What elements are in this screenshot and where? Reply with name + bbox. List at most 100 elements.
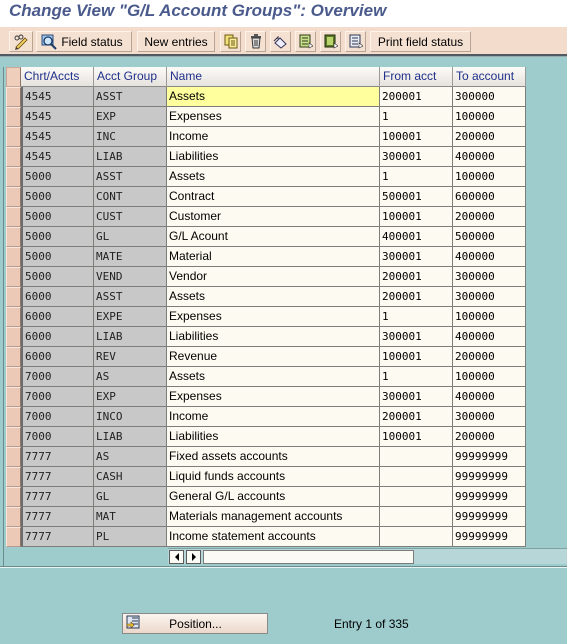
horizontal-scrollbar[interactable]	[168, 548, 567, 564]
row-selector-button[interactable]	[6, 127, 21, 147]
from-account-cell[interactable]: 100001	[380, 127, 453, 147]
name-cell[interactable]: Income	[167, 407, 380, 427]
row-selector-button[interactable]	[6, 527, 21, 547]
field-status-button[interactable]: Field status	[36, 31, 132, 52]
column-header-chart-of-accounts[interactable]: Chrt/Accts	[21, 67, 94, 87]
to-account-cell[interactable]: 200000	[453, 347, 526, 367]
column-header-from-account[interactable]: From acct	[380, 67, 453, 87]
to-account-cell[interactable]: 300000	[453, 87, 526, 107]
select-all-rows-button[interactable]	[6, 67, 21, 87]
row-selector-button[interactable]	[6, 427, 21, 447]
display-change-button[interactable]	[9, 31, 33, 52]
from-account-cell[interactable]	[380, 527, 453, 547]
select-all-button[interactable]	[295, 31, 316, 52]
to-account-cell[interactable]: 400000	[453, 327, 526, 347]
name-cell[interactable]: Income statement accounts	[167, 527, 380, 547]
from-account-cell[interactable]: 200001	[380, 267, 453, 287]
column-header-to-account[interactable]: To account	[453, 67, 526, 87]
row-selector-button[interactable]	[6, 107, 21, 127]
from-account-cell[interactable]: 300001	[380, 387, 453, 407]
from-account-cell[interactable]	[380, 487, 453, 507]
scrollbar-thumb[interactable]	[203, 550, 414, 564]
row-selector-button[interactable]	[6, 487, 21, 507]
name-cell[interactable]: Liabilities	[167, 327, 380, 347]
name-cell[interactable]: Material	[167, 247, 380, 267]
from-account-cell[interactable]: 1	[380, 107, 453, 127]
name-cell[interactable]: General G/L accounts	[167, 487, 380, 507]
column-header-name[interactable]: Name	[167, 67, 380, 87]
row-selector-button[interactable]	[6, 347, 21, 367]
row-selector-button[interactable]	[6, 327, 21, 347]
name-cell[interactable]: Materials management accounts	[167, 507, 380, 527]
row-selector-button[interactable]	[6, 147, 21, 167]
to-account-cell[interactable]: 300000	[453, 407, 526, 427]
to-account-cell[interactable]: 99999999	[453, 507, 526, 527]
to-account-cell[interactable]: 300000	[453, 287, 526, 307]
row-selector-button[interactable]	[6, 367, 21, 387]
from-account-cell[interactable]: 200001	[380, 87, 453, 107]
to-account-cell[interactable]: 100000	[453, 307, 526, 327]
row-selector-button[interactable]	[6, 307, 21, 327]
name-cell[interactable]: Assets	[167, 167, 380, 187]
delete-button[interactable]	[245, 31, 266, 52]
to-account-cell[interactable]: 99999999	[453, 527, 526, 547]
from-account-cell[interactable]: 1	[380, 167, 453, 187]
name-cell[interactable]: Expenses	[167, 107, 380, 127]
from-account-cell[interactable]: 100001	[380, 347, 453, 367]
name-cell[interactable]: Fixed assets accounts	[167, 447, 380, 467]
from-account-cell[interactable]	[380, 467, 453, 487]
to-account-cell[interactable]: 200000	[453, 207, 526, 227]
select-block-button[interactable]	[320, 31, 341, 52]
name-cell[interactable]: Expenses	[167, 387, 380, 407]
from-account-cell[interactable]: 200001	[380, 287, 453, 307]
name-cell[interactable]: Liabilities	[167, 147, 380, 167]
from-account-cell[interactable]: 300001	[380, 247, 453, 267]
row-selector-button[interactable]	[6, 247, 21, 267]
to-account-cell[interactable]: 200000	[453, 427, 526, 447]
row-selector-button[interactable]	[6, 167, 21, 187]
new-entries-button[interactable]: New entries	[137, 31, 215, 52]
to-account-cell[interactable]: 400000	[453, 387, 526, 407]
to-account-cell[interactable]: 100000	[453, 167, 526, 187]
from-account-cell[interactable]: 500001	[380, 187, 453, 207]
row-selector-button[interactable]	[6, 507, 21, 527]
name-cell[interactable]: Expenses	[167, 307, 380, 327]
to-account-cell[interactable]: 100000	[453, 367, 526, 387]
from-account-cell[interactable]	[380, 447, 453, 467]
from-account-cell[interactable]: 400001	[380, 227, 453, 247]
name-cell[interactable]: Assets	[167, 87, 380, 107]
to-account-cell[interactable]: 99999999	[453, 467, 526, 487]
name-cell[interactable]: Revenue	[167, 347, 380, 367]
name-cell[interactable]: Liabilities	[167, 427, 380, 447]
copy-button[interactable]	[220, 31, 241, 52]
deselect-all-button[interactable]	[345, 31, 366, 52]
name-cell[interactable]: Customer	[167, 207, 380, 227]
from-account-cell[interactable]: 100001	[380, 427, 453, 447]
scroll-left-button[interactable]	[169, 550, 184, 564]
name-cell[interactable]: Income	[167, 127, 380, 147]
row-selector-button[interactable]	[6, 87, 21, 107]
column-header-account-group[interactable]: Acct Group	[94, 67, 167, 87]
print-field-status-button[interactable]: Print field status	[370, 31, 471, 52]
row-selector-button[interactable]	[6, 267, 21, 287]
to-account-cell[interactable]: 400000	[453, 247, 526, 267]
name-cell[interactable]: Assets	[167, 367, 380, 387]
from-account-cell[interactable]: 1	[380, 367, 453, 387]
undo-change-button[interactable]	[270, 31, 291, 52]
row-selector-button[interactable]	[6, 447, 21, 467]
row-selector-button[interactable]	[6, 407, 21, 427]
row-selector-button[interactable]	[6, 287, 21, 307]
row-selector-button[interactable]	[6, 467, 21, 487]
to-account-cell[interactable]: 500000	[453, 227, 526, 247]
name-cell[interactable]: Contract	[167, 187, 380, 207]
row-selector-button[interactable]	[6, 387, 21, 407]
to-account-cell[interactable]: 200000	[453, 127, 526, 147]
from-account-cell[interactable]	[380, 507, 453, 527]
from-account-cell[interactable]: 300001	[380, 147, 453, 167]
row-selector-button[interactable]	[6, 227, 21, 247]
to-account-cell[interactable]: 100000	[453, 107, 526, 127]
name-cell[interactable]: Liquid funds accounts	[167, 467, 380, 487]
name-cell[interactable]: G/L Acount	[167, 227, 380, 247]
to-account-cell[interactable]: 300000	[453, 267, 526, 287]
row-selector-button[interactable]	[6, 207, 21, 227]
